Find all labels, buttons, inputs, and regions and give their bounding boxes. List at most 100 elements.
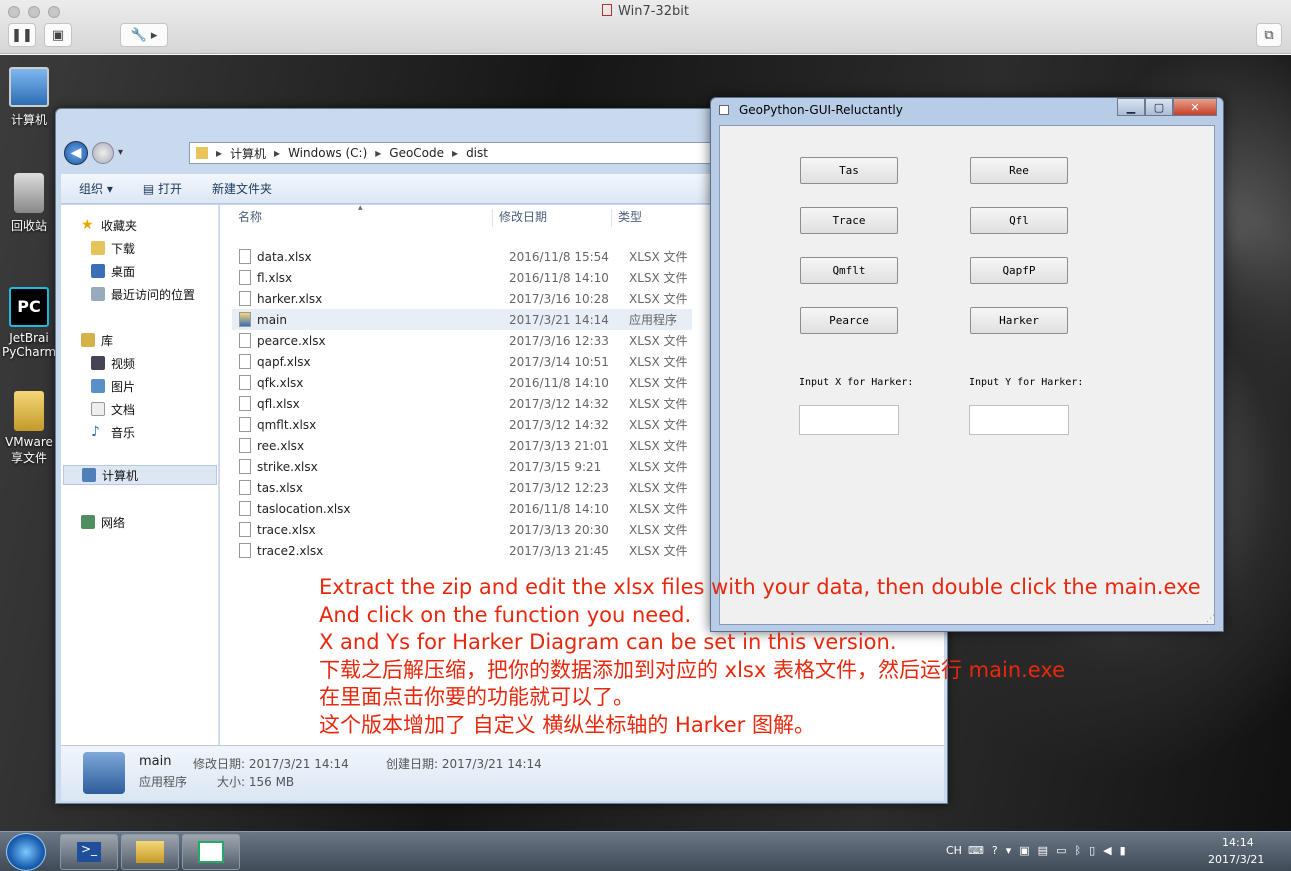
minimize-icon: ▁: [1126, 100, 1136, 114]
file-name: pearce.xlsx: [257, 333, 326, 348]
language-indicator[interactable]: CH: [946, 844, 962, 857]
nav-music[interactable]: ♪ 音乐: [91, 422, 135, 442]
qfl-button[interactable]: Qfl: [970, 207, 1068, 234]
file-row[interactable]: data.xlsx 2016/11/8 15:54 XLSX 文件: [232, 246, 692, 267]
file-row[interactable]: strike.xlsx 2017/3/15 9:21 XLSX 文件: [232, 456, 692, 477]
file-row[interactable]: ree.xlsx 2017/3/13 21:01 XLSX 文件: [232, 435, 692, 456]
nav-network[interactable]: 网络: [81, 512, 125, 532]
file-date: 2017/3/13 21:01: [509, 438, 609, 453]
recent-places-icon: [91, 287, 105, 301]
nav-computer[interactable]: 计算机: [63, 465, 217, 485]
desktop-icon-vmware-shared[interactable]: VMware 享文件: [0, 391, 58, 466]
file-name: ree.xlsx: [257, 438, 305, 453]
history-dropdown-icon[interactable]: ▾: [118, 147, 123, 158]
file-date: 2017/3/14 10:51: [509, 354, 609, 369]
file-row[interactable]: tas.xlsx 2017/3/12 12:23 XLSX 文件: [232, 477, 692, 498]
file-row[interactable]: harker.xlsx 2017/3/16 10:28 XLSX 文件: [232, 288, 692, 309]
details-size: 大小: 156 MB: [217, 775, 295, 789]
address-bar[interactable]: ▸ 计算机 ▸ Windows (C:) ▸ GeoCode ▸ dist ▾: [189, 142, 721, 164]
back-button[interactable]: ◀: [64, 141, 88, 165]
file-row[interactable]: taslocation.xlsx 2016/11/8 14:10 XLSX 文件: [232, 498, 692, 519]
file-icon: [239, 501, 251, 516]
taskbar-geopython[interactable]: [182, 834, 240, 870]
power-icon: ▮: [1119, 844, 1134, 857]
app-client-area: Tas Ree Trace Qfl Qmflt QapfP Pearce Har…: [719, 125, 1215, 625]
music-icon: ♪: [91, 424, 100, 440]
file-date: 2016/11/8 15:54: [509, 249, 609, 264]
file-icon: [239, 354, 251, 369]
trace-button[interactable]: Trace: [800, 207, 898, 234]
recycle-bin-icon: [14, 173, 44, 213]
close-button[interactable]: ✕: [1173, 98, 1217, 116]
open-button[interactable]: ▤ 打开: [143, 180, 182, 197]
powershell-icon: >_: [77, 842, 101, 862]
file-row[interactable]: qmflt.xlsx 2017/3/12 14:32 XLSX 文件: [232, 414, 692, 435]
window-mode-button[interactable]: ⧉: [1256, 23, 1282, 47]
harker-y-input[interactable]: [969, 405, 1069, 435]
breadcrumb-drive[interactable]: Windows (C:): [288, 146, 367, 160]
forward-button[interactable]: [92, 142, 114, 164]
details-filename: main: [139, 754, 172, 769]
file-type: XLSX 文件: [629, 292, 688, 306]
file-row[interactable]: qfl.xlsx 2017/3/12 14:32 XLSX 文件: [232, 393, 692, 414]
pearce-button[interactable]: Pearce: [800, 307, 898, 334]
tray-icons[interactable]: ⌨?▾▣▤▭ᛒ▯◀▮: [968, 844, 1134, 857]
column-header-name[interactable]: 名称: [238, 205, 262, 229]
file-name: fl.xlsx: [257, 270, 293, 285]
nav-documents[interactable]: 文档: [91, 399, 135, 419]
desktop-icon-pycharm[interactable]: PC JetBrai PyCharm: [0, 287, 58, 359]
column-header-date[interactable]: 修改日期: [499, 205, 547, 229]
bluetooth-icon: ᛒ: [1074, 844, 1090, 857]
nav-pictures[interactable]: 图片: [91, 376, 135, 396]
qapfp-button[interactable]: QapfP: [970, 257, 1068, 284]
nav-downloads[interactable]: 下载: [91, 238, 135, 258]
taskbar-powershell[interactable]: >_: [60, 834, 118, 870]
breadcrumb-geocode[interactable]: GeoCode: [389, 146, 444, 160]
column-header-type[interactable]: 类型: [618, 205, 642, 229]
clock-time[interactable]: 14:14: [1222, 836, 1254, 849]
maximize-button[interactable]: ▢: [1145, 98, 1173, 116]
organize-button[interactable]: 组织 ▾: [79, 180, 113, 197]
file-name: qfk.xlsx: [257, 375, 304, 390]
annotation-line: 下载之后解压缩，把你的数据添加到对应的 xlsx 表格文件，然后运行 main.…: [319, 657, 1066, 682]
file-row[interactable]: fl.xlsx 2016/11/8 14:10 XLSX 文件: [232, 267, 692, 288]
breadcrumb-dist[interactable]: dist: [466, 146, 488, 160]
harker-x-input[interactable]: [799, 405, 899, 435]
ree-button[interactable]: Ree: [970, 157, 1068, 184]
nav-libraries[interactable]: 库: [81, 330, 113, 350]
file-row[interactable]: qfk.xlsx 2016/11/8 14:10 XLSX 文件: [232, 372, 692, 393]
file-date: 2016/11/8 14:10: [509, 501, 609, 516]
new-folder-button[interactable]: 新建文件夹: [212, 180, 272, 197]
resize-grip-icon[interactable]: ⋰: [1206, 614, 1215, 624]
open-icon: ▤: [142, 182, 159, 196]
nav-favorites[interactable]: ★ 收藏夹: [81, 215, 137, 235]
file-type: XLSX 文件: [629, 250, 688, 264]
taskbar-explorer[interactable]: [121, 834, 179, 870]
nav-videos[interactable]: 视频: [91, 353, 135, 373]
pause-button[interactable]: ❚❚: [8, 23, 36, 47]
file-row[interactable]: main 2017/3/21 14:14 应用程序: [232, 309, 692, 330]
nav-recent[interactable]: 最近访问的位置: [91, 284, 195, 304]
file-row[interactable]: pearce.xlsx 2017/3/16 12:33 XLSX 文件: [232, 330, 692, 351]
computer-icon: [9, 67, 49, 107]
breadcrumb-computer[interactable]: 计算机: [230, 145, 266, 162]
application-icon: [239, 312, 251, 327]
file-row[interactable]: trace.xlsx 2017/3/13 20:30 XLSX 文件: [232, 519, 692, 540]
file-row[interactable]: qapf.xlsx 2017/3/14 10:51 XLSX 文件: [232, 351, 692, 372]
file-type: XLSX 文件: [629, 271, 688, 285]
desktop-icon-computer[interactable]: 计算机: [0, 67, 58, 128]
tas-button[interactable]: Tas: [800, 157, 898, 184]
file-date: 2017/3/12 14:32: [509, 396, 609, 411]
harker-button[interactable]: Harker: [970, 307, 1068, 334]
file-date: 2017/3/12 14:32: [509, 417, 609, 432]
file-row[interactable]: trace2.xlsx 2017/3/13 21:45 XLSX 文件: [232, 540, 692, 561]
desktop-icon-recycle-bin[interactable]: 回收站: [0, 173, 58, 234]
nav-desktop[interactable]: 桌面: [91, 261, 135, 281]
snapshot-button[interactable]: ▣: [44, 23, 72, 47]
geopython-window: GeoPython-GUI-Reluctantly ▁ ▢ ✕ Tas Ree …: [710, 97, 1224, 632]
qmflt-button[interactable]: Qmflt: [800, 257, 898, 284]
minimize-button[interactable]: ▁: [1117, 98, 1145, 116]
start-button[interactable]: [6, 833, 46, 871]
settings-button[interactable]: 🔧 ▸: [120, 23, 168, 47]
clock-date[interactable]: 2017/3/21: [1208, 853, 1264, 866]
